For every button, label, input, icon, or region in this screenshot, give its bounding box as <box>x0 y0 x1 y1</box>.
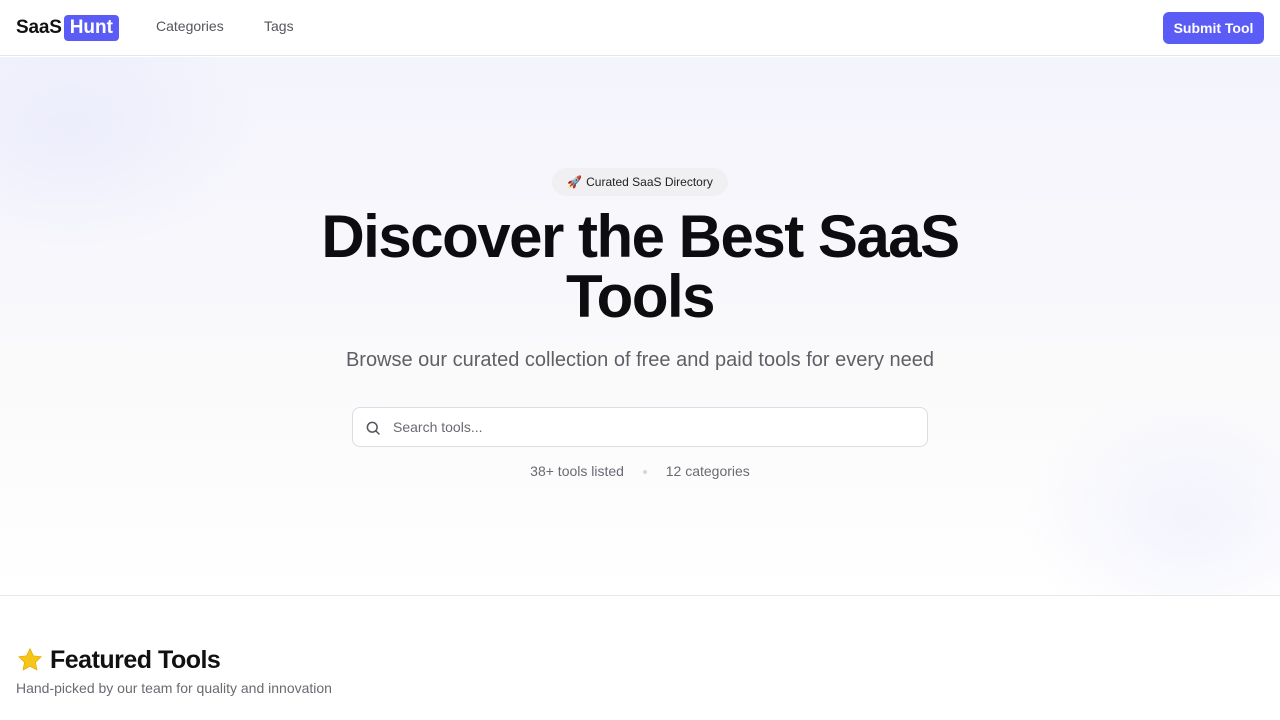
directory-badge: 🚀 Curated SaaS Directory <box>552 168 728 196</box>
featured-title: Featured Tools <box>16 644 221 676</box>
decorative-blob <box>0 57 260 257</box>
star-icon <box>18 648 42 671</box>
categories-count: 12 categories <box>665 463 750 479</box>
featured-title-label: Featured Tools <box>50 645 221 674</box>
hero-section: 🚀 Curated SaaS Directory Discover the Be… <box>0 57 1280 596</box>
logo[interactable]: SaaS Hunt <box>16 14 119 42</box>
search-icon <box>366 421 380 435</box>
hero-title-line-1: Discover the Best SaaS <box>321 203 960 270</box>
hero-title-line-2: Tools <box>565 263 716 330</box>
nav-tags[interactable]: Tags <box>264 18 294 34</box>
site-header: SaaS Hunt Categories Tags Submit Tool <box>0 0 1280 56</box>
stats-separator <box>642 470 647 475</box>
search-box[interactable] <box>352 407 928 447</box>
hero-title: Discover the Best SaaS Tools <box>240 207 1040 327</box>
decorative-blob <box>1020 387 1280 595</box>
nav-categories[interactable]: Categories <box>156 18 224 34</box>
stats-row: 38+ tools listed 12 categories <box>340 463 940 479</box>
logo-text: SaaS <box>16 17 62 38</box>
tools-count: 38+ tools listed <box>530 463 624 479</box>
logo-badge: Hunt <box>63 15 119 41</box>
directory-badge-label: Curated SaaS Directory <box>586 175 713 189</box>
submit-tool-button[interactable]: Submit Tool <box>1163 12 1264 44</box>
search-input[interactable] <box>393 408 913 446</box>
rocket-icon: 🚀 <box>567 175 583 189</box>
hero-subtitle: Browse our curated collection of free an… <box>345 349 935 371</box>
featured-subtitle: Hand-picked by our team for quality and … <box>16 680 332 696</box>
